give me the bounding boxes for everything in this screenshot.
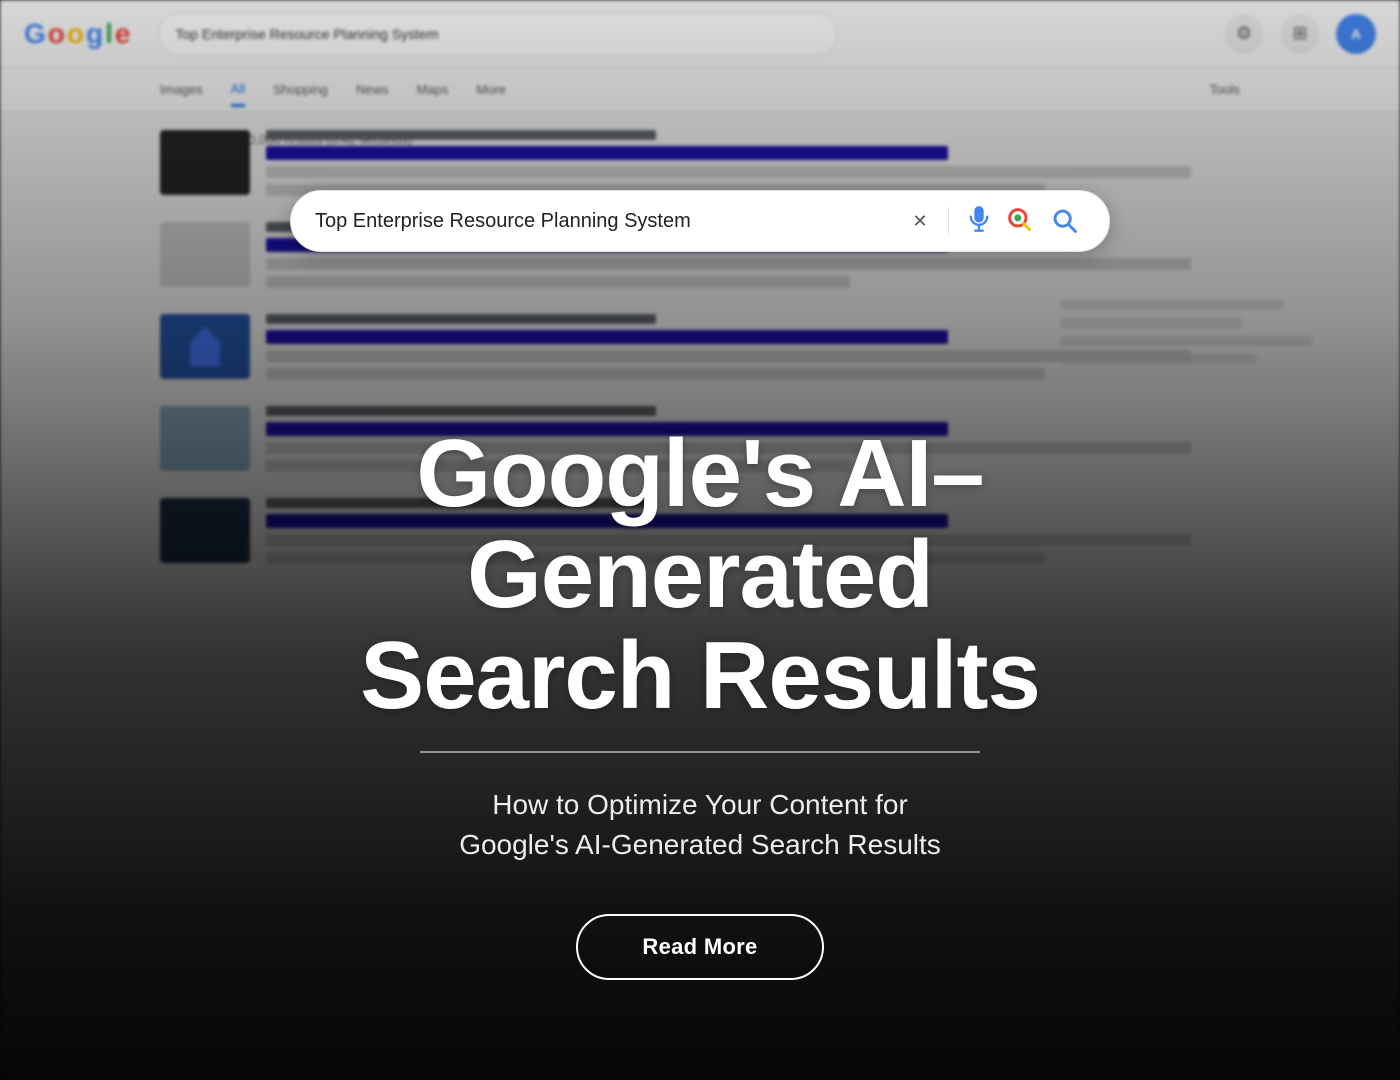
hero-title: Google's AI– Generated Search Results xyxy=(360,424,1040,726)
read-more-button[interactable]: Read More xyxy=(576,914,823,980)
hero-content: Google's AI– Generated Search Results Ho… xyxy=(0,0,1400,1080)
title-divider xyxy=(420,751,980,753)
hero-subtitle: How to Optimize Your Content for Google'… xyxy=(459,785,941,866)
